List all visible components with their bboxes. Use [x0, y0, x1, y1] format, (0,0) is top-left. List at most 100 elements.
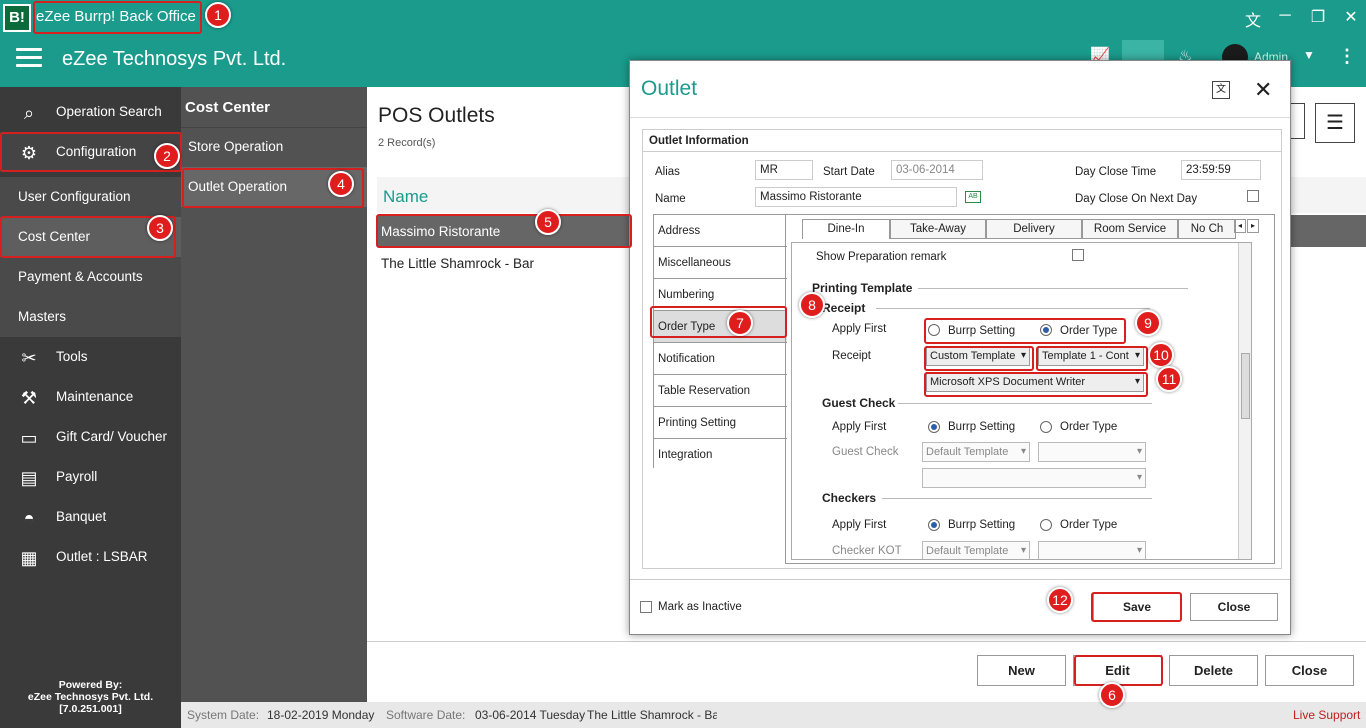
menu-icon[interactable] — [16, 48, 42, 68]
checkers-burrp-radio[interactable] — [928, 519, 940, 531]
annotation-badge: 4 — [328, 171, 354, 197]
translate-icon[interactable]: 文 — [1241, 7, 1265, 31]
dialog-close-button[interactable]: Close — [1190, 593, 1278, 621]
annotation-badge: 9 — [1135, 310, 1161, 336]
checker-template-dropdown[interactable]: Default Template — [922, 541, 1030, 559]
sidebar-item-maintenance[interactable]: ⚒ Maintenance — [0, 377, 181, 417]
sidebar-item-banquet[interactable]: ◓ Banquet — [0, 497, 181, 537]
sidebar-item-gift-card[interactable]: ▭ Gift Card/ Voucher — [0, 417, 181, 457]
annotation-badge: 2 — [154, 143, 180, 169]
highlight-template2 — [1036, 346, 1148, 371]
highlight-order-type-tab — [650, 306, 787, 338]
day-close-time-field[interactable]: 23:59:59 — [1181, 160, 1261, 180]
scrollbar-thumb[interactable] — [1241, 353, 1250, 419]
highlight-printer — [924, 372, 1148, 397]
guest-check-label: Guest Check — [832, 446, 899, 458]
guest-burrp-radio[interactable] — [928, 421, 940, 433]
guest-order-type-radio[interactable] — [1040, 421, 1052, 433]
store-operation-item[interactable]: Store Operation — [181, 127, 367, 167]
guest-template2-dropdown[interactable] — [1038, 442, 1146, 462]
payroll-icon: ▤ — [20, 468, 38, 488]
sidebar-item-payment-accounts[interactable]: Payment & Accounts — [0, 257, 181, 297]
close-icon[interactable]: ✕ — [1339, 7, 1363, 27]
mark-inactive-checkbox[interactable] — [640, 601, 652, 613]
alias-label: Alias — [655, 166, 680, 178]
name-label: Name — [655, 193, 686, 205]
checkers-apply-first-label: Apply First — [832, 519, 887, 531]
checkers-burrp-label: Burrp Setting — [948, 519, 1016, 531]
maintenance-icon: ⚒ — [20, 388, 38, 408]
highlight-template — [924, 346, 1034, 371]
checker-template2-dropdown[interactable] — [1038, 541, 1146, 559]
dialog-title: Outlet — [641, 77, 698, 100]
annotation-badge: 6 — [1099, 682, 1125, 708]
software-date-label: Software Date: — [386, 708, 466, 722]
annotation-badge: 3 — [147, 215, 173, 241]
software-date: 03-06-2014 Tuesday — [475, 708, 586, 722]
tab-delivery[interactable]: Delivery — [986, 219, 1082, 239]
guest-printer-dropdown[interactable] — [922, 468, 1146, 488]
tab-dine-in[interactable]: Dine-In — [802, 219, 890, 239]
chevron-down-icon[interactable]: ▼ — [1303, 48, 1315, 62]
app-logo: B! — [3, 4, 31, 32]
tab-scroll-left[interactable]: ◂ — [1234, 219, 1246, 233]
new-button[interactable]: New — [977, 655, 1066, 686]
tab-table-reservation[interactable]: Table Reservation — [654, 375, 787, 407]
show-prep-checkbox[interactable] — [1072, 249, 1084, 261]
sidebar-item-tools[interactable]: ✂ Tools — [0, 337, 181, 377]
day-close-next-label: Day Close On Next Day — [1075, 193, 1198, 205]
sidebar-item-operation-search[interactable]: ⌕ Operation Search — [0, 92, 181, 132]
sidebar-item-masters[interactable]: Masters — [0, 297, 181, 337]
guest-template-dropdown[interactable]: Default Template — [922, 442, 1030, 462]
tab-scroll-right[interactable]: ▸ — [1247, 219, 1259, 233]
tab-take-away[interactable]: Take-Away — [890, 219, 986, 239]
sidebar-item-outlet[interactable]: ▦ Outlet : LSBAR — [0, 537, 181, 577]
highlight-apply-first — [924, 318, 1126, 344]
annotation-badge: 10 — [1148, 342, 1174, 368]
card-icon: ▭ — [20, 428, 38, 448]
annotation-badge: 8 — [799, 292, 825, 318]
sidebar-item-user-configuration[interactable]: User Configuration — [0, 177, 181, 217]
list-view-icon[interactable]: ☰ — [1315, 103, 1355, 143]
sidebar-item-payroll[interactable]: ▤ Payroll — [0, 457, 181, 497]
tab-no-charge[interactable]: No Ch — [1178, 219, 1236, 239]
translate-icon[interactable]: AB — [965, 191, 981, 203]
mark-inactive-label: Mark as Inactive — [658, 601, 742, 613]
outlet-selector[interactable]: The Little Shamrock - Bar — [587, 708, 717, 722]
more-icon[interactable]: ⋮ — [1338, 46, 1356, 67]
dialog-close-icon[interactable]: ✕ — [1254, 77, 1272, 103]
tab-printing-setting[interactable]: Printing Setting — [654, 407, 787, 439]
minimize-icon[interactable]: ─ — [1273, 7, 1297, 25]
translate-icon[interactable]: 文 — [1212, 81, 1230, 99]
highlight-window-title — [33, 1, 202, 34]
name-field[interactable]: Massimo Ristorante — [755, 187, 957, 207]
apply-first-label: Apply First — [832, 323, 887, 335]
receipt-title: Receipt — [822, 301, 866, 315]
tab-room-service[interactable]: Room Service — [1082, 219, 1178, 239]
live-support[interactable]: Live Support — [1293, 708, 1360, 722]
tab-miscellaneous[interactable]: Miscellaneous — [654, 247, 787, 279]
order-type-tabs: Dine-In Take-Away Delivery Room Service … — [790, 219, 1250, 241]
day-close-next-checkbox[interactable] — [1247, 190, 1259, 202]
guest-check-title: Guest Check — [822, 396, 896, 410]
scrollbar[interactable] — [1238, 243, 1251, 559]
search-icon: ⌕ — [23, 103, 35, 123]
tab-address[interactable]: Address — [654, 215, 787, 247]
delete-button[interactable]: Delete — [1169, 655, 1258, 686]
alias-field[interactable]: MR — [755, 160, 813, 180]
close-button[interactable]: Close — [1265, 655, 1354, 686]
tab-integration[interactable]: Integration — [654, 439, 787, 471]
sidebar: ⌕ Operation Search ⚙ Configuration User Co… — [0, 87, 181, 728]
company-name: eZee Technosys Pvt. Ltd. — [62, 48, 287, 70]
powered-by: Powered By: eZee Technosys Pvt. Ltd. [7.… — [27, 679, 154, 715]
page-title: POS Outlets — [378, 104, 495, 127]
cost-center-title: Cost Center — [185, 99, 271, 116]
tab-notification[interactable]: Notification — [654, 343, 787, 375]
maximize-icon[interactable]: ❐ — [1306, 7, 1330, 27]
checkers-order-type-radio[interactable] — [1040, 519, 1052, 531]
annotation-badge: 11 — [1156, 366, 1182, 392]
start-date-field[interactable]: 03-06-2014 — [891, 160, 983, 180]
left-tab-list: Address Miscellaneous Numbering Order Ty… — [653, 214, 787, 471]
system-date: 18-02-2019 Monday — [267, 708, 375, 722]
column-name[interactable]: Name — [383, 187, 428, 207]
